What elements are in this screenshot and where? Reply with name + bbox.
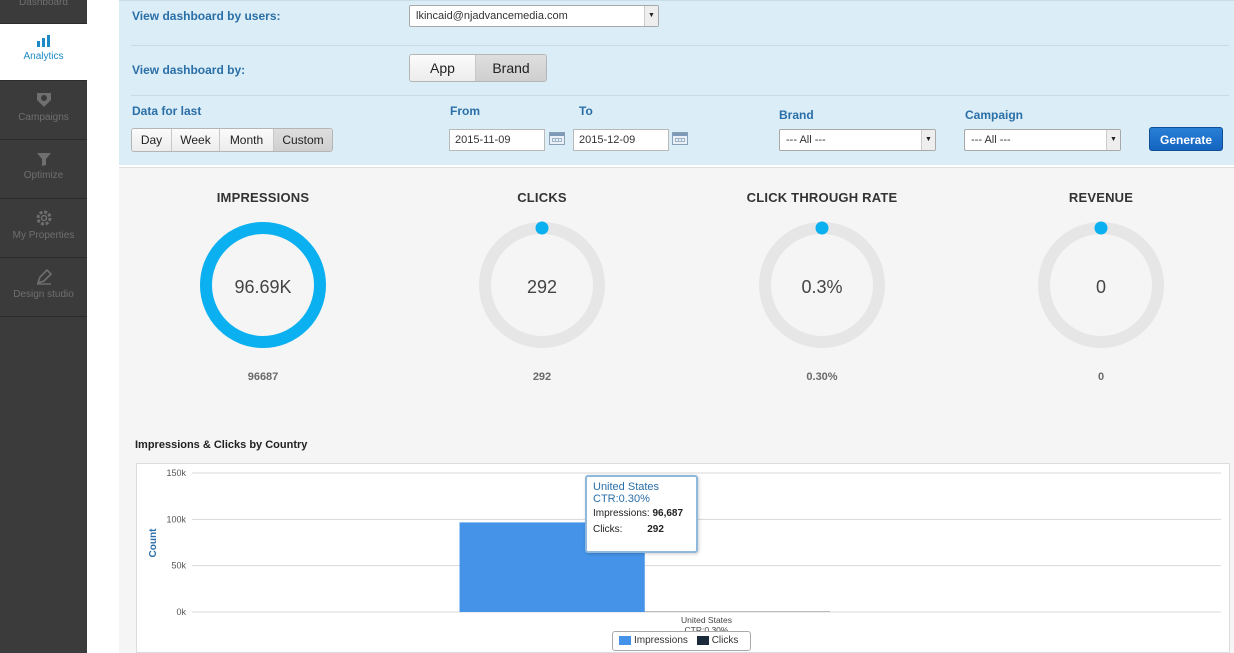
- period-week-button[interactable]: Week: [172, 129, 220, 151]
- users-filter-label: View dashboard by users:: [132, 9, 281, 23]
- tooltip-impressions-label: Impressions:: [593, 508, 650, 519]
- period-custom-button[interactable]: Custom: [274, 129, 332, 151]
- view-by-brand-button[interactable]: Brand: [476, 55, 546, 81]
- tooltip-clicks-value: 292: [647, 524, 664, 535]
- campaign-select-value: --- All ---: [971, 134, 1011, 146]
- bar-chart-icon: [36, 35, 50, 47]
- period-month-button[interactable]: Month: [220, 129, 274, 151]
- campaign-badge-icon: [36, 93, 51, 107]
- campaign-label: Campaign: [965, 108, 1024, 122]
- user-select[interactable]: lkincaid@njadvancemedia.com ▼: [409, 5, 659, 27]
- view-by-toggle: App Brand: [409, 54, 547, 82]
- sidebar-item-label: Optimize: [23, 170, 64, 181]
- view-by-app-button[interactable]: App: [410, 55, 476, 81]
- sidebar-item-label: Dashboard: [19, 0, 68, 8]
- divider: [131, 95, 1229, 96]
- calendar-icon[interactable]: [549, 132, 565, 145]
- sidebar-item-analytics[interactable]: Analytics: [0, 24, 87, 81]
- metrics-panel: IMPRESSIONS 96.69K 96687 CLICKS 292 292 …: [119, 167, 1234, 420]
- brand-select-value: --- All ---: [786, 134, 826, 146]
- campaign-select[interactable]: --- All --- ▼: [964, 129, 1121, 151]
- sidebar-item-design-studio[interactable]: Design studio: [0, 258, 87, 317]
- sidebar-item-dashboard[interactable]: Dashboard: [0, 0, 87, 24]
- generate-button[interactable]: Generate: [1149, 127, 1223, 151]
- y-tick-label: 100k: [166, 514, 186, 524]
- sidebar-item-label: Design studio: [13, 289, 74, 300]
- sidebar-item-campaigns[interactable]: Campaigns: [0, 81, 87, 140]
- brand-label: Brand: [779, 108, 814, 122]
- y-tick-label: 50k: [171, 561, 186, 571]
- y-tick-label: 0k: [176, 607, 186, 617]
- to-date-input[interactable]: 2015-12-09: [573, 129, 669, 151]
- metric-value: 0: [1095, 277, 1106, 297]
- tooltip-impressions-value: 96,687: [652, 508, 684, 519]
- dropdown-arrow-icon: ▼: [644, 6, 658, 26]
- calendar-icon[interactable]: [672, 132, 688, 145]
- legend-item-impressions[interactable]: Impressions: [634, 635, 688, 646]
- tooltip-impressions-row: Impressions: 96,687: [593, 508, 690, 519]
- tooltip-clicks-label: Clicks:: [593, 524, 623, 535]
- metric-value: 292: [526, 277, 558, 297]
- metric-raw-value: 292: [532, 371, 552, 383]
- tooltip-clicks-row: Clicks: 292: [593, 524, 690, 535]
- metric-value: 96.69K: [234, 277, 292, 297]
- legend-item-clicks[interactable]: Clicks: [712, 635, 739, 646]
- sidebar-item-label: Analytics: [23, 51, 64, 62]
- sidebar: Dashboard Analytics Campaigns Optimize M…: [0, 0, 87, 653]
- metric-raw-value: 0.30%: [806, 371, 838, 383]
- metric-raw-value: 0: [1097, 371, 1105, 383]
- period-toggle: Day Week Month Custom: [131, 128, 333, 152]
- tooltip-country: United States: [593, 481, 660, 493]
- chart-tooltip: United States CTR:0.30% Impressions: 96,…: [585, 475, 698, 553]
- dropdown-arrow-icon: ▼: [1106, 130, 1120, 150]
- filter-panel: View dashboard by users: lkincaid@njadva…: [119, 0, 1234, 165]
- divider: [131, 45, 1229, 46]
- period-day-button[interactable]: Day: [132, 129, 172, 151]
- legend-swatch-clicks: [696, 635, 709, 645]
- x-tick-label: United States: [681, 615, 732, 625]
- metric-title: CLICKS: [517, 190, 567, 205]
- view-by-label: View dashboard by:: [132, 63, 246, 77]
- tooltip-ctr: CTR:0.30%: [593, 493, 650, 505]
- sidebar-item-optimize[interactable]: Optimize: [0, 140, 87, 199]
- design-pen-icon: [36, 268, 52, 285]
- sidebar-item-my-properties[interactable]: My Properties: [0, 199, 87, 258]
- metric-title: IMPRESSIONS: [216, 190, 310, 205]
- y-tick-label: 150k: [166, 468, 186, 478]
- data-for-last-label: Data for last: [132, 104, 202, 118]
- to-label: To: [579, 104, 593, 118]
- metric-raw-value: 96687: [247, 371, 279, 383]
- from-label: From: [450, 104, 480, 118]
- y-axis-label: Count: [148, 528, 159, 558]
- sidebar-item-label: Campaigns: [18, 112, 69, 123]
- funnel-icon: [36, 153, 51, 166]
- chart-title: Impressions & Clicks by Country: [135, 439, 308, 451]
- from-date-input[interactable]: 2015-11-09: [449, 129, 545, 151]
- metric-title: REVENUE: [1068, 190, 1134, 205]
- brand-select[interactable]: --- All --- ▼: [779, 129, 936, 151]
- sidebar-item-label: My Properties: [12, 230, 75, 241]
- legend-swatch-impressions: [619, 635, 631, 645]
- metric-title: CLICK THROUGH RATE: [746, 190, 898, 205]
- metric-value: 0.3%: [801, 277, 843, 297]
- user-select-value: lkincaid@njadvancemedia.com: [416, 10, 568, 22]
- gear-icon: [36, 210, 51, 226]
- chart-legend[interactable]: Impressions Clicks: [612, 631, 751, 651]
- dropdown-arrow-icon: ▼: [921, 130, 935, 150]
